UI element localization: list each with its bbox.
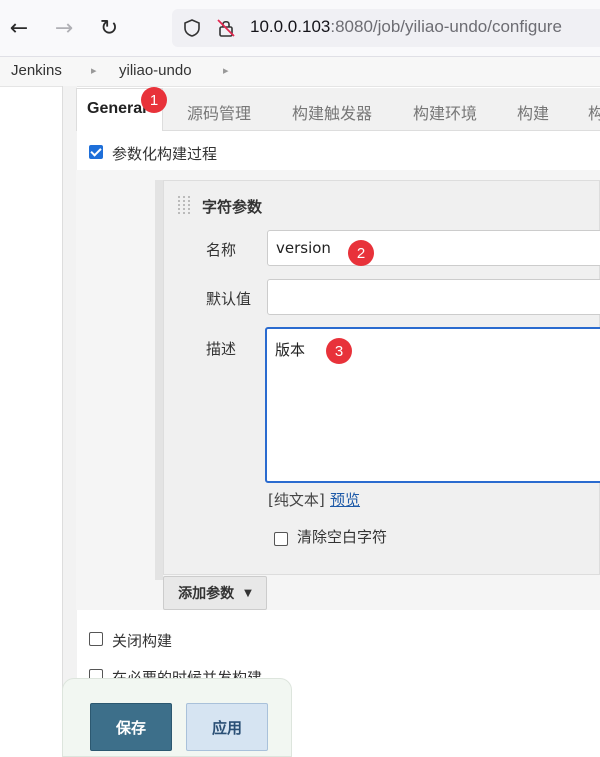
annotation-badge-3: 3: [326, 338, 352, 364]
tab-triggers[interactable]: 构建触发器: [292, 100, 372, 124]
url-host: 10.0.0.103: [250, 17, 331, 36]
drag-handle-icon[interactable]: [177, 195, 191, 215]
breadcrumb-job[interactable]: yiliao-undo: [119, 62, 192, 79]
default-value-label: 默认值: [206, 290, 252, 308]
trim-label: 清除空白字符: [297, 528, 388, 546]
parameter-title: 字符参数: [202, 198, 263, 216]
url-path: :8080/job/yiliao-undo/configure: [330, 17, 562, 36]
breadcrumb: Jenkins ▸ yiliao-undo ▸: [0, 57, 600, 87]
annotation-badge-2: 2: [348, 240, 374, 266]
disable-build-checkbox[interactable]: [89, 632, 103, 646]
description-textarea[interactable]: 版本: [265, 327, 600, 483]
section-rail: [62, 86, 77, 691]
parameterized-label: 参数化构建过程: [112, 145, 218, 163]
name-label: 名称: [206, 241, 237, 259]
address-bar[interactable]: 10.0.0.103:8080/job/yiliao-undo/configur…: [172, 9, 600, 47]
add-parameter-label: 添加参数: [178, 586, 235, 602]
annotation-badge-1: 1: [141, 87, 167, 113]
description-label: 描述: [206, 340, 237, 358]
browser-toolbar: ← → ↻ 10.0.0.103:8080/job/yiliao-undo/co…: [0, 0, 600, 57]
plain-text-label: [纯文本]: [268, 491, 325, 509]
name-input[interactable]: version: [267, 230, 600, 266]
preview-link[interactable]: 预览: [330, 489, 360, 510]
tab-general[interactable]: General: [87, 100, 147, 118]
apply-button[interactable]: 应用: [186, 703, 268, 751]
parameterized-checkbox[interactable]: [89, 145, 103, 159]
parameter-strip: [155, 180, 163, 580]
reload-icon[interactable]: ↻: [95, 14, 123, 42]
caret-down-icon: ▼: [244, 587, 252, 599]
trim-checkbox[interactable]: [274, 532, 288, 546]
breadcrumb-jenkins[interactable]: Jenkins: [11, 62, 62, 79]
tab-environment[interactable]: 构建环境: [413, 100, 477, 124]
chevron-right-icon[interactable]: ▸: [223, 64, 229, 77]
add-parameter-button[interactable]: 添加参数 ▼: [163, 576, 267, 610]
save-button[interactable]: 保存: [90, 703, 172, 751]
forward-icon[interactable]: →: [50, 14, 78, 42]
shield-icon[interactable]: [182, 18, 202, 38]
insecure-lock-icon[interactable]: [216, 18, 236, 38]
url-text: 10.0.0.103:8080/job/yiliao-undo/configur…: [250, 17, 562, 37]
tab-build[interactable]: 构建: [517, 100, 549, 124]
chevron-right-icon[interactable]: ▸: [91, 64, 97, 77]
tab-scm[interactable]: 源码管理: [187, 100, 251, 124]
disable-build-label: 关闭构建: [112, 632, 173, 650]
back-icon[interactable]: ←: [5, 14, 33, 42]
tab-post-build[interactable]: 构: [588, 100, 600, 124]
default-value-input[interactable]: [267, 279, 600, 315]
